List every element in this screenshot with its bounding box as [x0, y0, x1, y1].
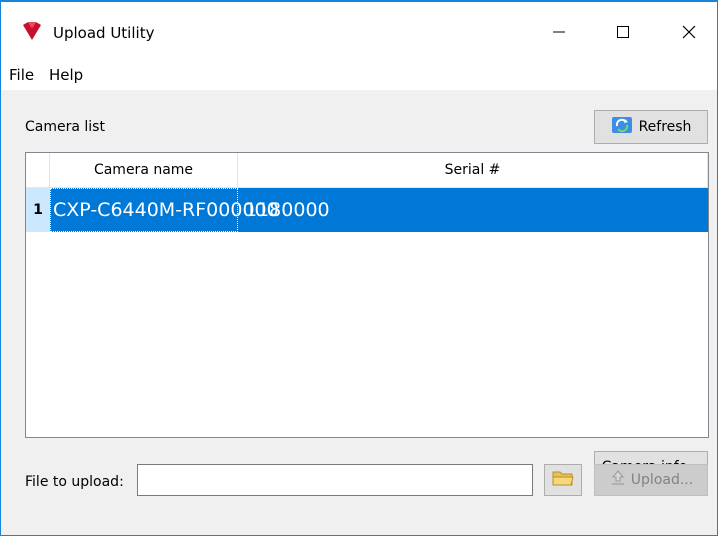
- upload-label: Upload...: [630, 472, 694, 488]
- refresh-icon: [611, 115, 633, 139]
- camera-table[interactable]: Camera name Serial # 1 CXP-C6440M-RF0000…: [25, 152, 709, 438]
- close-button[interactable]: [667, 14, 711, 50]
- title-bar: Upload Utility: [1, 2, 717, 60]
- app-logo-icon: [21, 20, 43, 42]
- upload-utility-window: Upload Utility File Help Camera list Ref…: [0, 0, 718, 536]
- file-to-upload-label: File to upload:: [25, 474, 124, 490]
- window-title: Upload Utility: [53, 24, 155, 42]
- close-icon: [682, 25, 696, 39]
- column-header-camera-name[interactable]: Camera name: [50, 153, 238, 188]
- camera-list-label: Camera list: [25, 119, 105, 135]
- menu-file[interactable]: File: [9, 66, 34, 84]
- minimize-icon: [553, 31, 565, 33]
- table-row[interactable]: CXP-C6440M-RF000000 1180000: [50, 188, 708, 232]
- maximize-button[interactable]: [601, 14, 645, 50]
- folder-icon: [552, 469, 574, 491]
- minimize-button[interactable]: [537, 14, 581, 50]
- cell-serial[interactable]: 1180000: [245, 188, 545, 232]
- upload-button[interactable]: Upload...: [594, 464, 708, 496]
- refresh-label: Refresh: [638, 119, 692, 135]
- browse-button[interactable]: [544, 464, 582, 496]
- menu-help[interactable]: Help: [49, 66, 83, 84]
- upload-icon: [609, 469, 627, 491]
- refresh-button[interactable]: Refresh: [594, 110, 708, 144]
- column-header-serial[interactable]: Serial #: [238, 153, 708, 188]
- maximize-icon: [617, 26, 629, 38]
- menu-bar: File Help: [1, 60, 717, 90]
- file-path-input[interactable]: [137, 464, 533, 496]
- table-corner: [26, 153, 50, 188]
- row-header-1[interactable]: 1: [26, 188, 50, 232]
- cell-camera-name[interactable]: CXP-C6440M-RF000000: [50, 188, 279, 232]
